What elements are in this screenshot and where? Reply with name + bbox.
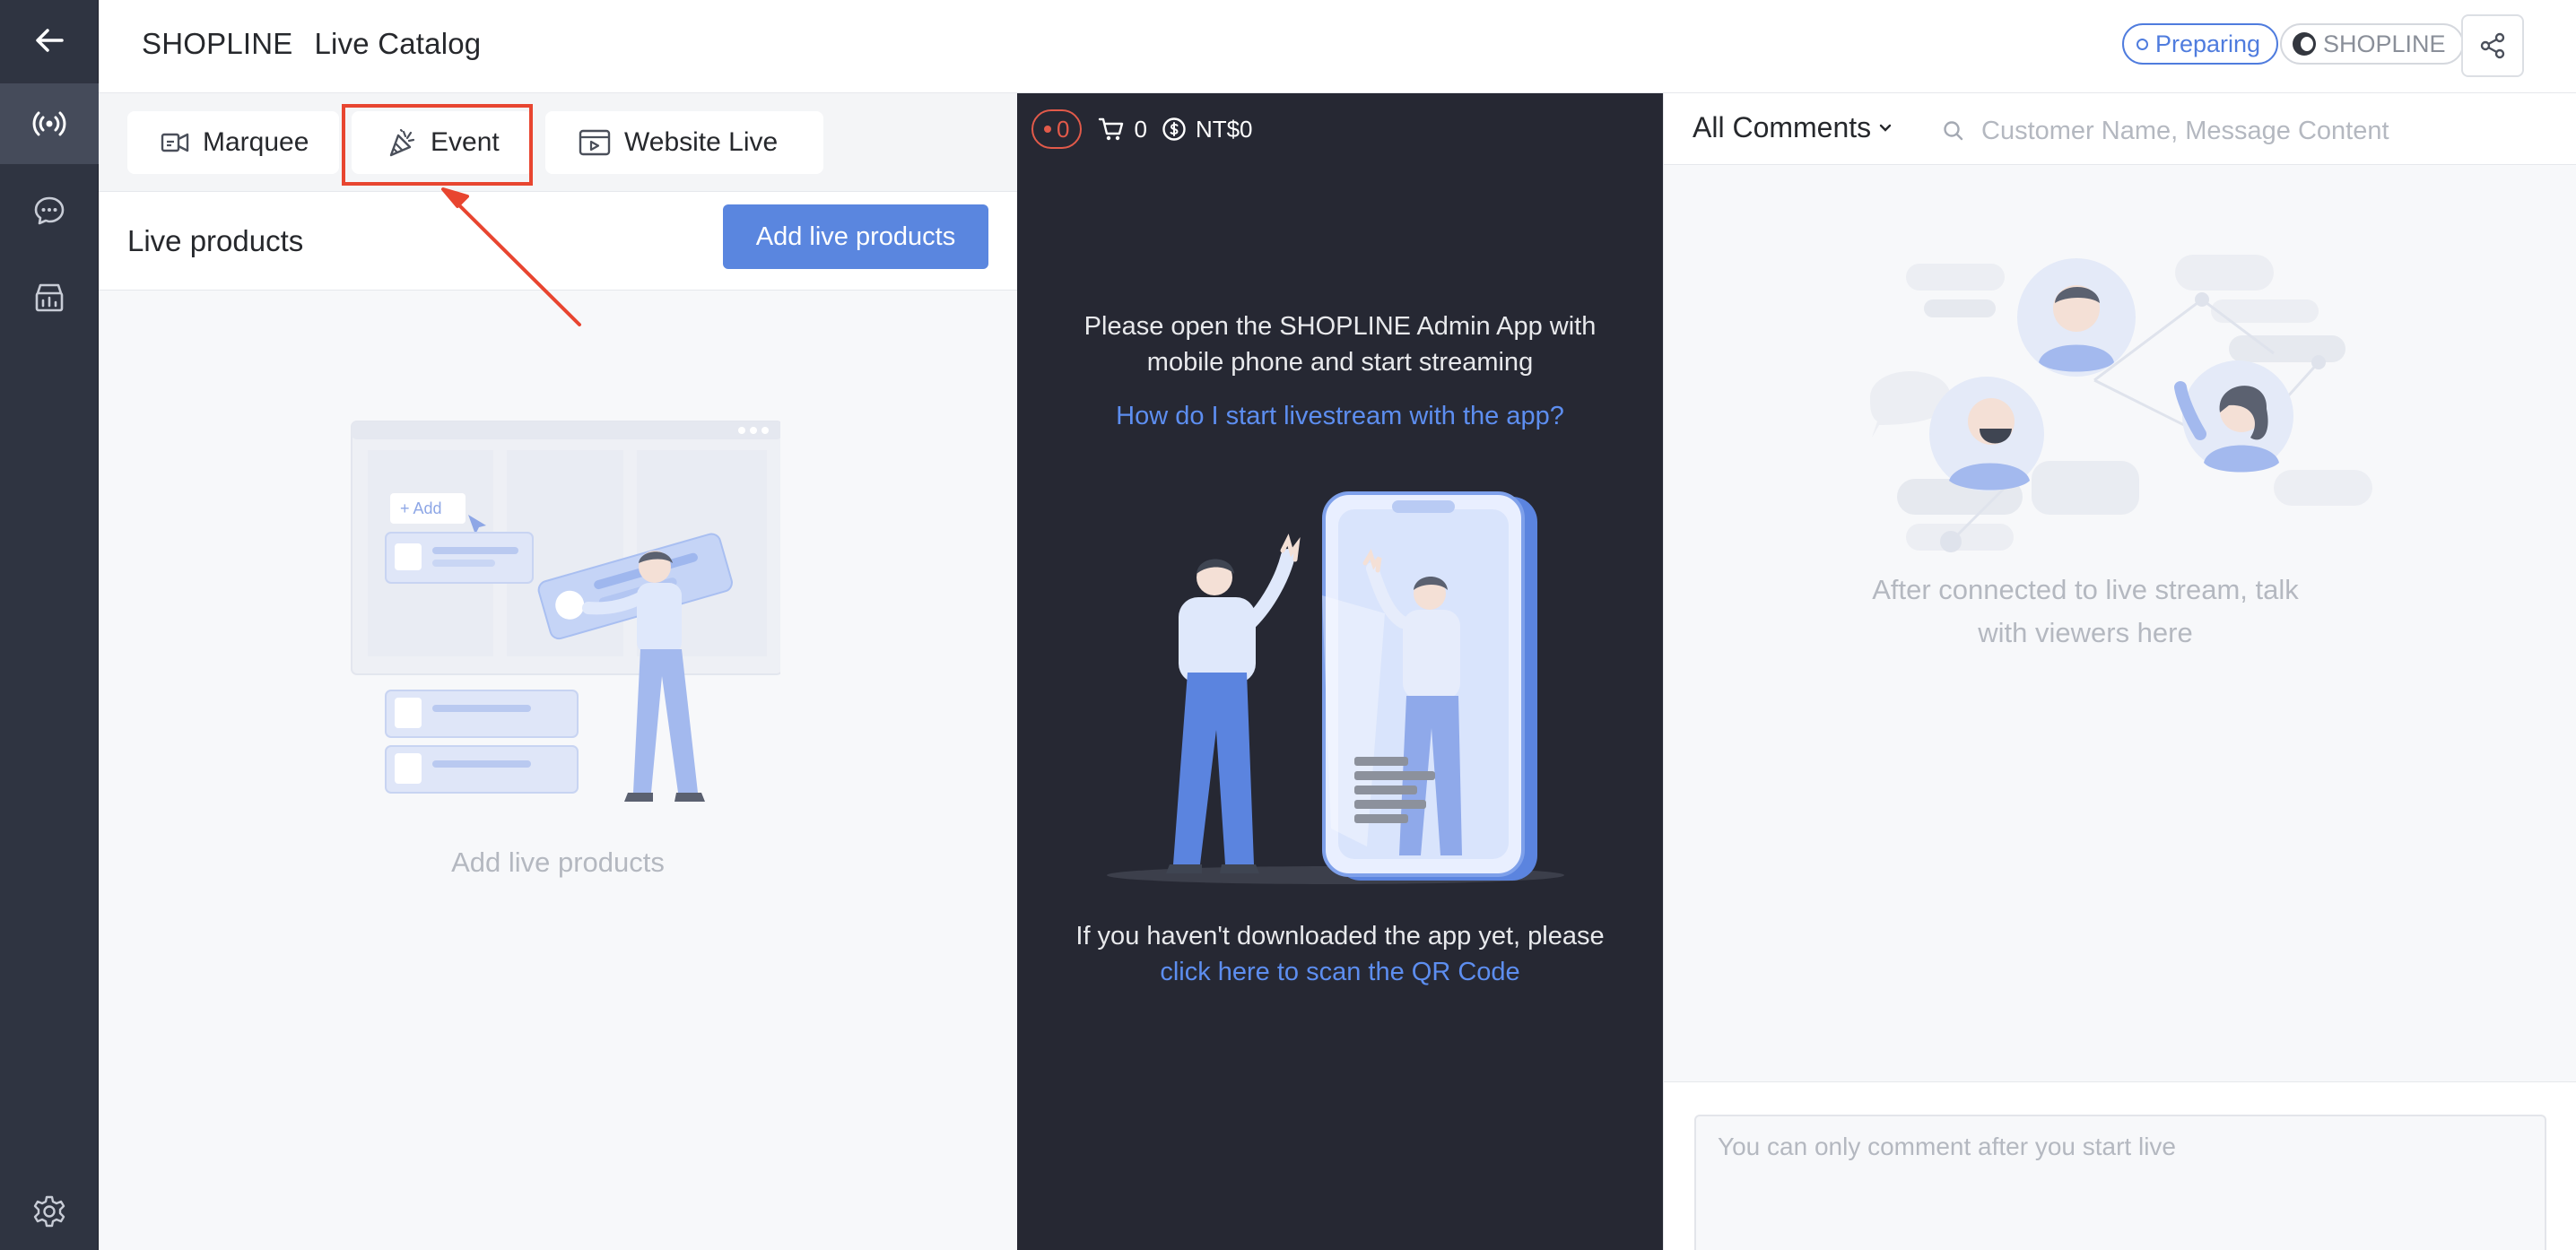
- shop-badge-label: SHOPLINE: [2323, 30, 2446, 57]
- shop-badge[interactable]: SHOPLINE: [2280, 23, 2464, 65]
- comment-composer: [1664, 1081, 2576, 1250]
- download-app-note: If you haven't downloaded the app yet, p…: [1017, 918, 1663, 990]
- comment-input[interactable]: [1694, 1115, 2546, 1250]
- empty-products-illustration: + Add: [351, 421, 780, 802]
- add-live-products-button[interactable]: Add live products: [723, 204, 988, 269]
- page-header: SHOPLINE Live Catalog Preparing SHOPLINE: [99, 0, 2576, 93]
- broadcast-icon: [32, 111, 66, 136]
- comments-filter-label: All Comments: [1693, 111, 1872, 143]
- chevron-down-icon: [1879, 124, 1892, 132]
- back-button[interactable]: [0, 0, 99, 81]
- nav-rail: [0, 0, 99, 1250]
- livestream-help-link[interactable]: How do I start livestream with the app?: [1017, 402, 1663, 431]
- revenue-value: NT$0: [1195, 115, 1253, 143]
- nav-messages[interactable]: [0, 170, 99, 251]
- event-tab-highlight: [342, 104, 533, 186]
- cart-count-value: 0: [1134, 115, 1147, 143]
- gear-icon: [33, 1195, 65, 1228]
- share-button[interactable]: [2461, 14, 2524, 77]
- shopline-logo-icon: [2293, 32, 2316, 56]
- cart-icon: [1099, 117, 1124, 141]
- viewers-illustration: [1870, 255, 2372, 552]
- comments-panel: All Comments Customer Name, Message Cont…: [1663, 93, 2576, 1250]
- status-badge: Preparing: [2122, 23, 2279, 65]
- comments-empty-text: After connected to live stream, talk wit…: [1872, 574, 2299, 648]
- live-products-title: Live products: [127, 224, 304, 257]
- tab-marquee-label: Marquee: [203, 127, 309, 157]
- tab-marquee[interactable]: Marquee: [127, 111, 339, 174]
- feature-tabs: Marquee Event Website Live: [99, 93, 1017, 192]
- brand-name: SHOPLINE: [142, 27, 293, 60]
- tab-website-live[interactable]: Website Live: [545, 111, 823, 174]
- live-count-value: 0: [1057, 115, 1070, 143]
- search-icon: [1944, 121, 1963, 141]
- phone-stream-illustration: [1107, 491, 1564, 884]
- stream-panel: 0 0 NT$0 Please open the SHOPLINE Admin …: [1017, 93, 1663, 1250]
- shop-analytics-icon: [35, 283, 64, 312]
- nav-settings[interactable]: [0, 1171, 99, 1250]
- status-dot-icon: [2137, 38, 2148, 50]
- browser-live-icon: [579, 129, 611, 156]
- empty-products-text: Add live products: [451, 846, 665, 878]
- live-viewer-count: 0: [1031, 109, 1083, 149]
- comment-search-input[interactable]: [1981, 116, 2537, 146]
- nav-live-broadcast[interactable]: [0, 83, 99, 164]
- tab-website-live-label: Website Live: [624, 127, 779, 157]
- chat-bubble-icon: [34, 196, 65, 225]
- page-title: SHOPLINE Live Catalog: [142, 27, 481, 61]
- illustration-add-label: + Add: [400, 499, 442, 517]
- coin-icon: [1162, 117, 1186, 141]
- live-dot-icon: [1044, 126, 1051, 133]
- comment-search: [1942, 111, 2552, 151]
- catalog-title: Live Catalog: [314, 27, 482, 60]
- live-products-panel: Marquee Event Website Live Live products…: [99, 93, 1017, 1250]
- stream-stats: 0 0 NT$0: [1031, 109, 1267, 149]
- comments-filter-dropdown[interactable]: All Comments: [1693, 111, 1893, 144]
- comments-header: All Comments: [1664, 93, 2576, 165]
- download-app-text: If you haven't downloaded the app yet, p…: [1075, 922, 1605, 951]
- marquee-icon: [161, 133, 189, 152]
- back-arrow-icon: [36, 29, 64, 52]
- nav-shop-analytics[interactable]: [0, 257, 99, 338]
- revenue: NT$0: [1162, 116, 1253, 143]
- share-icon: [2480, 32, 2505, 59]
- cart-count: 0: [1098, 115, 1147, 143]
- status-label: Preparing: [2155, 30, 2261, 57]
- stream-instruction: Please open the SHOPLINE Admin App with …: [1083, 312, 1597, 377]
- scan-qr-link[interactable]: click here to scan the QR Code: [1160, 958, 1519, 986]
